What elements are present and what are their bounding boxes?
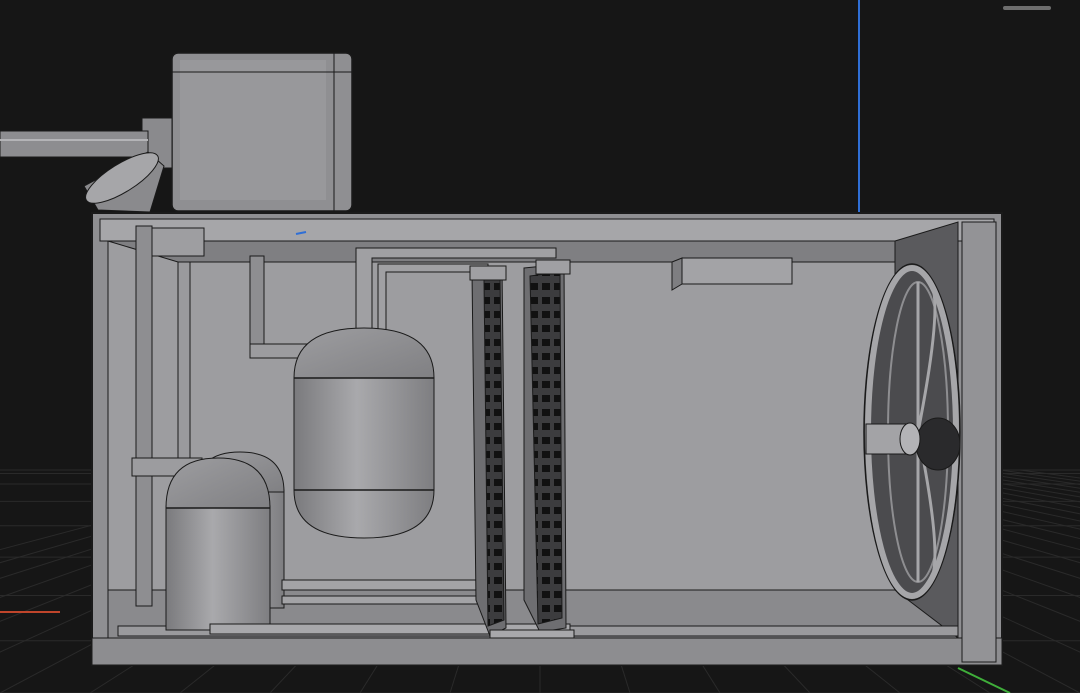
receiver-tank[interactable] (293, 327, 435, 539)
panel-grip-icon[interactable] (1003, 6, 1051, 10)
blower-fan[interactable] (863, 263, 961, 601)
grid-line (999, 469, 1080, 482)
inlet-pipe[interactable] (0, 130, 165, 213)
3d-viewport[interactable] (0, 0, 1080, 693)
viewport-scene[interactable] (0, 0, 1080, 693)
top-unit-box[interactable] (141, 52, 353, 212)
compressor-tank-front[interactable] (165, 457, 271, 631)
coil-panel-left[interactable] (469, 265, 507, 637)
